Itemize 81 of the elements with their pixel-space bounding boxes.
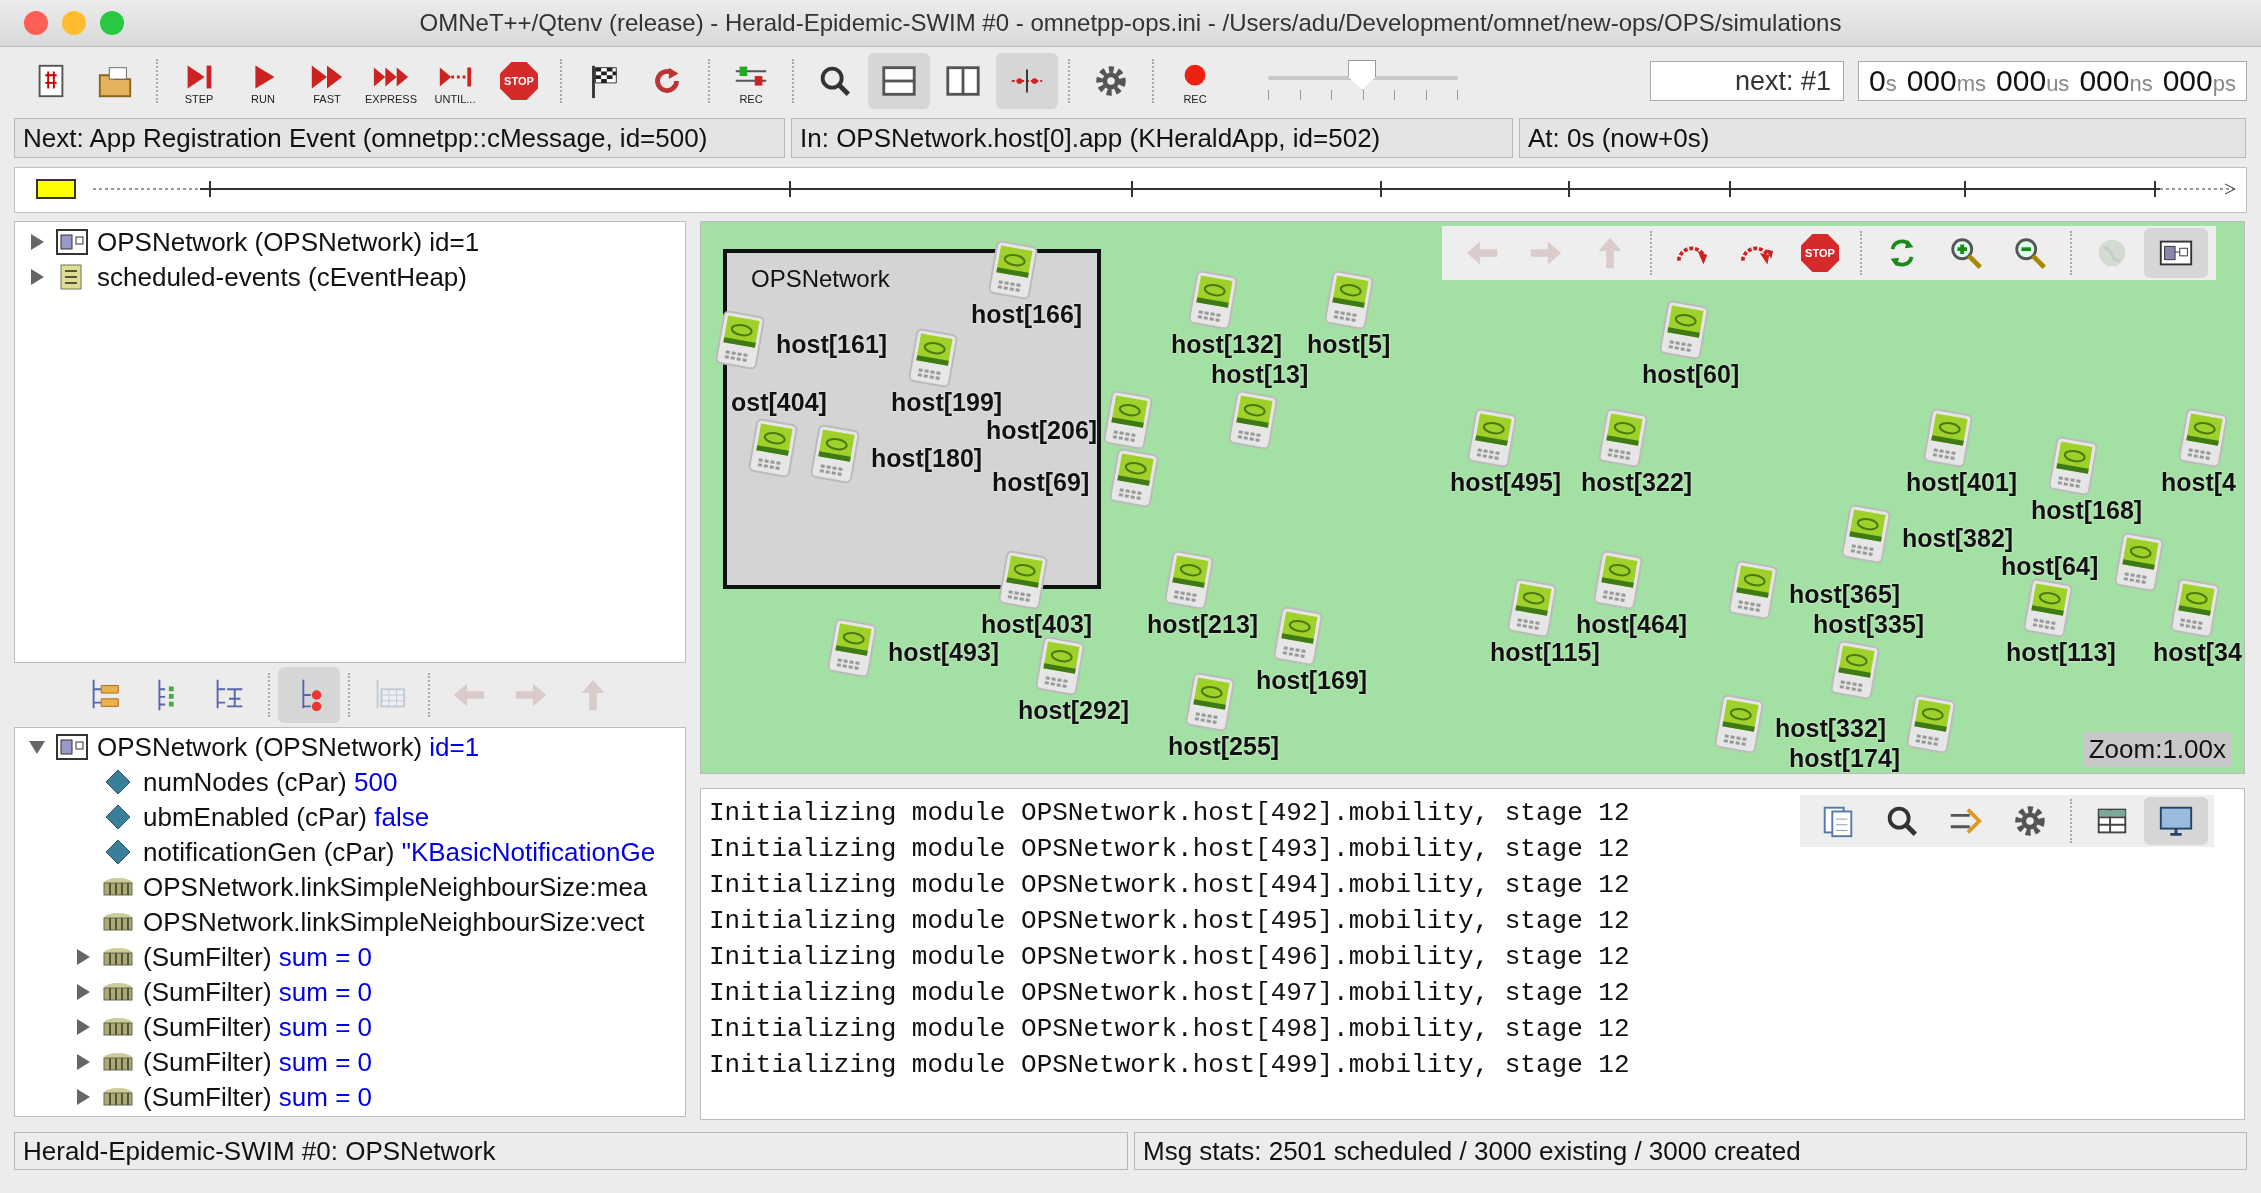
node-label: host[335] — [1813, 612, 1925, 637]
module-view-button[interactable] — [2144, 228, 2208, 278]
node-label: host[13] — [1211, 362, 1309, 387]
run-button[interactable]: RUN — [232, 53, 294, 109]
log-line: Initializing module OPSNetwork.host[499].mobility, stage 12 — [709, 1049, 1630, 1082]
node-label: host[206] — [986, 418, 1098, 443]
tree-item[interactable]: OPSNetwork.linkSimpleNeighbourSize:mea — [143, 871, 648, 902]
node-label: host[199] — [891, 390, 1003, 415]
node-label: host[60] — [1642, 362, 1740, 387]
node-label: host[213] — [1147, 612, 1259, 637]
info-field: Next: App Registration Event (omnetpp::cMessage, id=500) — [14, 118, 785, 158]
tree-item[interactable]: (SumFilter) sum = 0 — [143, 1011, 372, 1042]
stop-sign-icon: STOP — [1801, 234, 1839, 272]
node-label: host[292] — [1018, 698, 1130, 723]
close-button[interactable] — [24, 11, 48, 35]
info-field: At: 0s (now+0s) — [1519, 118, 2246, 158]
tree-item[interactable]: (SumFilter) sum = 0 — [143, 1046, 372, 1077]
until-button[interactable]: UNTIL... — [424, 53, 486, 109]
tree-item[interactable]: OPSNetwork (OPSNetwork) id=1 — [97, 226, 480, 257]
node-label: host[5] — [1307, 332, 1391, 357]
tree-item[interactable]: numNodes (cPar) 500 — [143, 766, 398, 797]
node-label: host[34 — [2153, 640, 2242, 665]
node-label: host[495] — [1450, 470, 1562, 495]
status-field: Msg stats: 2501 scheduled / 3000 existing / 3000 created — [1134, 1132, 2247, 1170]
tree-item[interactable]: (SumFilter) sum = 0 — [143, 941, 372, 972]
tree-item[interactable]: OPSNetwork.linkSimpleNeighbourSize:vect — [143, 906, 645, 937]
log-line: Initializing module OPSNetwork.host[492].mobility, stage 12 — [709, 797, 1630, 830]
next-event-field: next: #1 — [1650, 61, 1844, 101]
node-label: host[132] — [1171, 332, 1283, 357]
stop-button[interactable]: STOP — [488, 53, 550, 109]
node-label: host[403] — [981, 612, 1093, 637]
node-label: host[64] — [2001, 554, 2099, 579]
slider-thumb[interactable] — [1348, 60, 1377, 90]
sim-time-display: 0s 000ms 000us 000ns 000ps — [1858, 61, 2247, 101]
node-label: host[174] — [1789, 746, 1901, 771]
zoom-level: Zoom:1.00x — [2082, 732, 2232, 767]
node-label: host[332] — [1775, 716, 1887, 741]
timeline-button[interactable] — [996, 53, 1058, 109]
info-field: In: OPSNetwork.host[0].app (KHeraldApp, id=502) — [791, 118, 1513, 158]
status-field: Herald-Epidemic-SWIM #0: OPSNetwork — [14, 1132, 1128, 1170]
node-label: host[382] — [1902, 526, 2014, 551]
log-line: Initializing module OPSNetwork.host[494].mobility, stage 12 — [709, 869, 1630, 902]
eventlog-button[interactable]: REC — [720, 53, 782, 109]
node-label: host[4 — [2161, 470, 2236, 495]
tree-nodes-button[interactable] — [278, 667, 340, 723]
node-label: host[493] — [888, 640, 1000, 665]
node-label: host[401] — [1906, 470, 2018, 495]
node-label: host[255] — [1168, 734, 1280, 759]
node-label: host[464] — [1576, 612, 1688, 637]
node-label: host[180] — [871, 446, 983, 471]
node-label: host[69] — [992, 470, 1090, 495]
node-label: host[113] — [2006, 640, 2116, 665]
log-line: Initializing module OPSNetwork.host[497].mobility, stage 12 — [709, 977, 1630, 1010]
tree-item[interactable]: (SumFilter) sum = 0 — [143, 976, 372, 1007]
tree-item[interactable]: ubmEnabled (cPar) false — [143, 801, 430, 832]
log-line: Initializing module OPSNetwork.host[496].mobility, stage 12 — [709, 941, 1630, 974]
node-label: host[169] — [1256, 668, 1368, 693]
tree-item[interactable]: (SumFilter) sum = 0 — [143, 1081, 372, 1112]
tree-item[interactable]: notificationGen (cPar) "KBasicNotificationGe — [143, 836, 656, 867]
record-button[interactable]: REC — [1164, 53, 1226, 109]
log-line: Initializing module OPSNetwork.host[498].mobility, stage 12 — [709, 1013, 1630, 1046]
stop-sign-icon: STOP — [500, 62, 538, 100]
node-label: host[168] — [2031, 498, 2143, 523]
stop-button[interactable]: STOP — [1788, 228, 1852, 278]
monitor-button[interactable] — [2144, 797, 2208, 845]
step-button[interactable]: STEP — [168, 53, 230, 109]
log-line: Initializing module OPSNetwork.host[495].mobility, stage 12 — [709, 905, 1630, 938]
tree-item[interactable]: OPSNetwork (OPSNetwork) id=1 — [97, 731, 480, 762]
node-label: host[115] — [1490, 640, 1600, 665]
fast-button[interactable]: FAST — [296, 53, 358, 109]
node-label: ost[404] — [731, 390, 827, 415]
window-title: OMNeT++/Qtenv (release) - Herald-Epidemic-SWIM #0 - omnetpp-ops.ini - /Users/adu/Development/omnet/new-ops/OPS/simulations — [418, 9, 1843, 37]
node-label: host[365] — [1789, 582, 1901, 607]
horizontal-layout-button[interactable] — [868, 53, 930, 109]
node-label: host[166] — [971, 302, 1083, 327]
node-label: host[322] — [1581, 470, 1693, 495]
express-button[interactable]: EXPRESS — [360, 53, 422, 109]
tree-item[interactable]: scheduled-events (cEventHeap) — [97, 261, 467, 292]
network-title: OPSNetwork — [751, 265, 890, 293]
log-line: Initializing module OPSNetwork.host[493].mobility, stage 12 — [709, 833, 1630, 866]
node-label: host[161] — [776, 332, 888, 357]
